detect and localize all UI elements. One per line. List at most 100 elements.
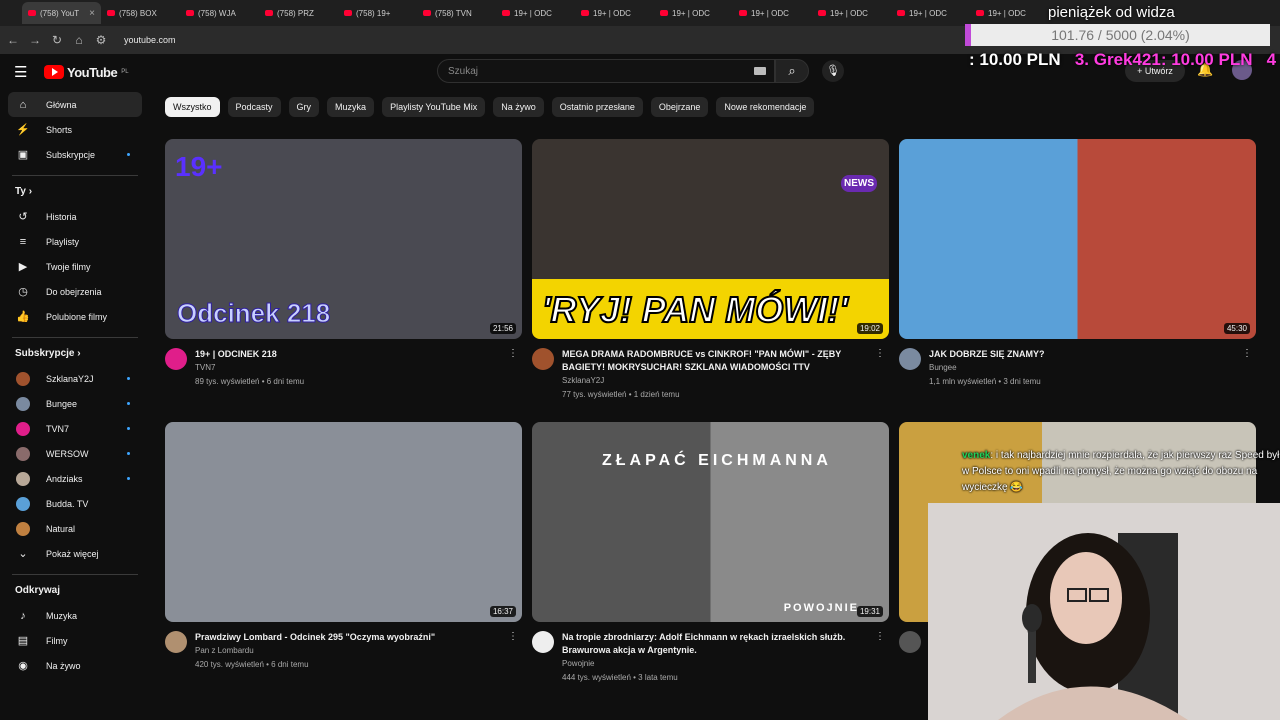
video-title[interactable]: 19+ | ODCINEK 218 [195,348,508,361]
channel-avatar[interactable] [899,631,921,653]
filter-chip[interactable]: Gry [288,97,320,117]
chevron-right-icon: › [25,186,33,197]
browser-tab[interactable]: (758) 19+ [338,2,417,24]
sidebar-item[interactable]: ▣ Subskrypcje [8,142,142,167]
browser-tab[interactable]: (758) PRZ [259,2,338,24]
keyboard-icon[interactable] [754,67,766,75]
search-input[interactable]: Szukaj [437,59,775,83]
chat-text: : i tak najbardziej mnie rozpierdala, że… [962,450,1280,493]
sidebar-item[interactable]: ⚡ Shorts [8,117,142,142]
browser-tab[interactable]: 19+ | ODC [496,2,575,24]
sidebar-item[interactable]: Natural [8,516,142,541]
close-tab-icon[interactable]: × [89,8,95,19]
sidebar-item[interactable]: 👍 Polubione filmy [8,304,142,329]
video-title[interactable]: Na tropie zbrodniarzy: Adolf Eichmann w … [562,631,875,657]
sidebar-section-title[interactable]: Subskrypcje › [15,348,150,362]
channel-name[interactable]: TVN7 [195,361,508,375]
sidebar-item[interactable]: ↺ Historia [8,204,142,229]
browser-tab[interactable]: 19+ | ODC [891,2,970,24]
browser-tab[interactable]: 19+ | ODC [812,2,891,24]
sidebar-item[interactable]: ▶ Twoje filmy [8,254,142,279]
sidebar-item[interactable]: Bungee [8,391,142,416]
more-options-icon[interactable]: ⋮ [508,631,518,642]
sidebar-section-title[interactable]: Ty › [15,186,150,200]
tab-label: 19+ | ODC [514,8,552,18]
video-card[interactable]: ZŁAPAĆ EICHMANNA POWOJNIE 19:31 Na tropie z… [532,422,889,685]
channel-name[interactable]: SzklanaY2J [562,374,875,388]
browser-tab[interactable]: (758) TVN [417,2,496,24]
new-content-dot [127,153,130,156]
playlist-icon: ≡ [19,235,27,248]
browser-tab[interactable]: (758) YouT × [22,2,101,24]
video-thumbnail[interactable]: Odcinek 218 19+ 21:56 [165,139,522,339]
forward-icon[interactable]: → [26,33,44,47]
subscriptions-icon: ▣ [17,149,29,161]
channel-avatar[interactable] [165,348,187,370]
channel-avatar[interactable] [532,348,554,370]
video-card[interactable]: Odcinek 218 19+ 21:56 19+ | ODCINEK 218 TVN7… [165,139,522,389]
sidebar-item[interactable]: ◷ Do obejrzenia [8,279,142,304]
site-info-icon[interactable]: ⚙ [92,33,110,47]
video-title[interactable]: Prawdziwy Lombard - Odcinek 295 "Oczyma … [195,631,508,644]
reload-icon[interactable]: ↻ [48,33,66,47]
youtube-logo[interactable]: YouTube PL [44,65,129,80]
filter-chip[interactable]: Ostatnio przesłane [551,97,643,117]
sidebar-item[interactable]: ≡ Playlisty [8,229,142,254]
filter-chip[interactable]: Obejrzane [650,97,709,117]
home-browser-icon[interactable]: ⌂ [70,33,88,47]
browser-tab[interactable]: 19+ | ODC [654,2,733,24]
video-thumbnail[interactable]: ZŁAPAĆ EICHMANNA POWOJNIE 19:31 [532,422,889,622]
sidebar-item[interactable]: Andziaks [8,466,142,491]
video-thumbnail[interactable]: 'RYJ! PAN MÓWI!' NEWS 19:02 [532,139,889,339]
tab-label: 19+ | ODC [672,8,710,18]
filter-chip[interactable]: Playlisty YouTube Mix [382,97,486,117]
back-icon[interactable]: ← [4,33,22,47]
sidebar-item[interactable]: ◉ Na żywo [8,653,142,678]
sidebar-section-title[interactable]: Odkrywaj [15,585,150,599]
sidebar-item[interactable]: ♪ Muzyka [8,603,142,628]
more-options-icon[interactable]: ⋮ [1242,348,1252,359]
more-options-icon[interactable]: ⋮ [875,348,885,359]
video-text: Prawdziwy Lombard - Odcinek 295 "Oczyma … [195,631,522,672]
channel-name[interactable]: Pan z Lombardu [195,644,508,658]
sidebar-item[interactable]: SzklanaY2J [8,366,142,391]
filter-chip[interactable]: Na żywo [493,97,544,117]
browser-tab[interactable]: 19+ | ODC [575,2,654,24]
channel-avatar[interactable] [532,631,554,653]
channel-name[interactable]: Powojnie [562,657,875,671]
video-title[interactable]: MEGA DRAMA RADOMBRUCE vs CINKROF! "PAN M… [562,348,875,374]
sidebar-item[interactable]: ⌄ Pokaż więcej [8,541,142,566]
channel-avatar[interactable] [899,348,921,370]
browser-tab[interactable]: (758) WJA [180,2,259,24]
channel-name[interactable]: Bungee [929,361,1242,375]
sidebar: ⌂ Główna ⚡ Shorts ▣ Subskrypcje Ty › ↺ Historia ≡… [0,92,150,678]
sidebar-item[interactable]: TVN7 [8,416,142,441]
video-card[interactable]: 45:30 JAK DOBRZE SIĘ ZNAMY? Bungee 1,1 mln … [899,139,1256,389]
video-thumbnail[interactable]: 45:30 [899,139,1256,339]
video-card[interactable]: 16:37 Prawdziwy Lombard - Odcinek 295 "Oc… [165,422,522,672]
more-options-icon[interactable]: ⋮ [875,631,885,642]
video-thumbnail[interactable]: 16:37 [165,422,522,622]
browser-tab[interactable]: 19+ | ODC [733,2,812,24]
filter-chip[interactable]: Muzyka [327,97,375,117]
sidebar-item-label: Natural [46,523,76,534]
search-button[interactable]: ⌕ [775,59,809,83]
video-title[interactable]: JAK DOBRZE SIĘ ZNAMY? [929,348,1242,361]
hamburger-menu-icon[interactable]: ☰ [14,63,30,81]
sidebar-item[interactable]: Budda. TV [8,491,142,516]
video-stats: 444 tys. wyświetleń • 3 lata temu [562,673,678,682]
section-title-text: Subskrypcje [15,348,75,359]
sidebar-item[interactable]: WERSOW [8,441,142,466]
channel-avatar[interactable] [165,631,187,653]
more-options-icon[interactable]: ⋮ [508,348,518,359]
url-text[interactable]: youtube.com [124,35,176,45]
sidebar-item[interactable]: ⌂ Główna [8,92,142,117]
filter-chip[interactable]: Nowe rekomendacje [716,97,815,117]
sidebar-item[interactable]: ▤ Filmy [8,628,142,653]
video-card[interactable]: 'RYJ! PAN MÓWI!' NEWS 19:02 MEGA DRAMA RADO… [532,139,889,402]
filter-chip[interactable]: Podcasty [227,97,281,117]
voice-search-button[interactable]: 🎙 [822,60,844,82]
filter-chip[interactable]: Wszystko [165,97,220,117]
youtube-favicon-icon [581,10,589,16]
browser-tab[interactable]: (758) BOX [101,2,180,24]
